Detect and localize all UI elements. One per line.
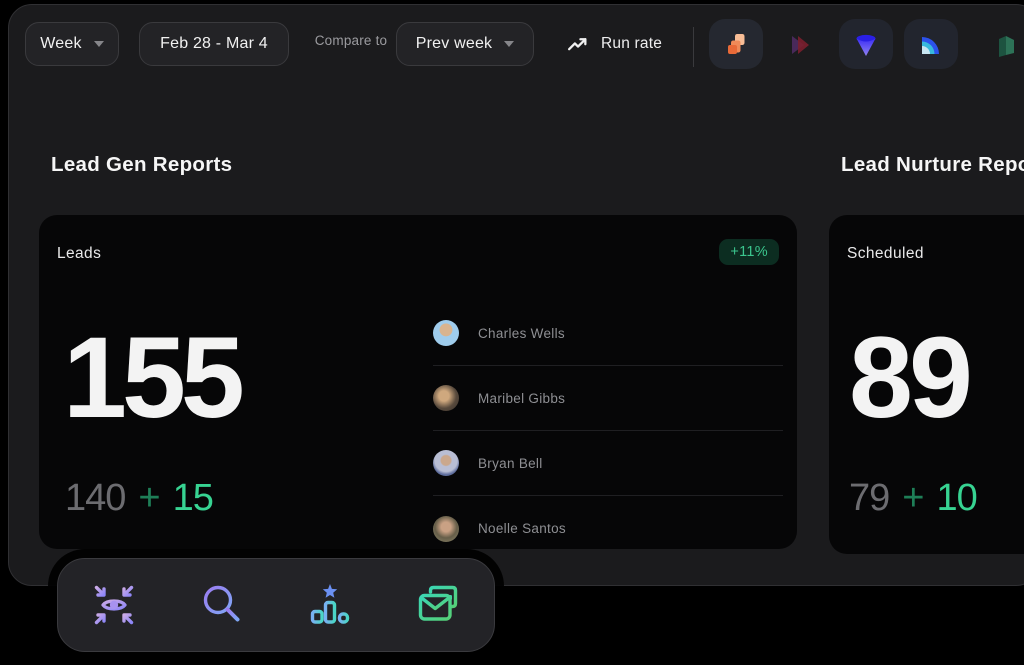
plus-sign: +: [138, 477, 159, 520]
leads-value: 155: [63, 321, 240, 436]
list-item[interactable]: Charles Wells: [433, 301, 783, 366]
scheduled-card: Scheduled 89 79 + 10: [829, 215, 1024, 554]
focus-eye-button[interactable]: [90, 581, 138, 629]
person-name: Maribel Gibbs: [478, 391, 565, 406]
leads-delta-value: 15: [173, 477, 213, 520]
leads-card: Leads +11% 155 140 + 15 Charles Wells Ma…: [39, 215, 797, 549]
avatar: [433, 450, 459, 476]
person-name: Bryan Bell: [478, 456, 543, 471]
quarter-arc-app-icon: [917, 30, 945, 58]
leads-change-badge: +11%: [719, 239, 779, 265]
app-button-cone-funnel[interactable]: [839, 19, 893, 69]
app-button-green-bars[interactable]: [993, 31, 1021, 59]
leads-people-list: Charles Wells Maribel Gibbs Bryan Bell N…: [433, 301, 783, 561]
avatar: [433, 385, 459, 411]
trending-up-icon: [566, 33, 589, 56]
search-analytics-icon: [198, 581, 246, 629]
section-title-lead-gen: Lead Gen Reports: [51, 153, 232, 177]
chevron-down-icon: [94, 41, 104, 47]
dashboard-panel: Week Feb 28 - Mar 4 Compare to Prev week…: [8, 4, 1024, 586]
section-title-lead-nurture: Lead Nurture Reports: [841, 153, 1024, 177]
period-dropdown-label: Week: [40, 35, 81, 53]
scheduled-delta-row: 79 + 10: [849, 477, 977, 520]
date-range-button[interactable]: Feb 28 - Mar 4: [139, 22, 289, 66]
person-name: Charles Wells: [478, 326, 565, 341]
app-button-orange-blocks[interactable]: [709, 19, 763, 69]
compare-to-label: Compare to: [310, 33, 392, 48]
green-bars-app-icon: [993, 31, 1021, 59]
date-range-label: Feb 28 - Mar 4: [160, 35, 268, 53]
mail-campaign-icon: [414, 581, 462, 629]
run-rate-label: Run rate: [601, 35, 662, 53]
app-button-layered-chevrons[interactable]: [787, 32, 813, 58]
compare-dropdown[interactable]: Prev week: [396, 22, 534, 66]
scheduled-delta-value: 10: [936, 477, 976, 520]
list-item[interactable]: Noelle Santos: [433, 496, 783, 561]
search-analytics-button[interactable]: [198, 581, 246, 629]
layered-chevrons-app-icon: [787, 32, 813, 58]
mail-campaign-button[interactable]: [414, 581, 462, 629]
app-button-quarter-arc[interactable]: [904, 19, 958, 69]
plus-sign: +: [902, 477, 923, 520]
leaderboard-icon: [306, 581, 354, 629]
list-item[interactable]: Maribel Gibbs: [433, 366, 783, 431]
leads-previous-value: 140: [65, 477, 125, 520]
scheduled-previous-value: 79: [849, 477, 889, 520]
person-name: Noelle Santos: [478, 521, 566, 536]
dashboard-root: { "toolbar": { "period": "Week", "date_r…: [0, 0, 1024, 665]
period-dropdown[interactable]: Week: [25, 22, 119, 66]
cone-funnel-app-icon: [852, 30, 880, 58]
avatar: [433, 320, 459, 346]
chevron-down-icon: [504, 41, 514, 47]
avatar: [433, 516, 459, 542]
leaderboard-button[interactable]: [306, 581, 354, 629]
compare-dropdown-label: Prev week: [416, 35, 493, 53]
scheduled-card-label: Scheduled: [847, 245, 924, 263]
run-rate-toggle[interactable]: Run rate: [566, 29, 662, 59]
orange-blocks-app-icon: [723, 31, 749, 57]
toolbar-divider: [693, 27, 694, 67]
leads-delta-row: 140 + 15: [65, 477, 213, 520]
leads-card-label: Leads: [57, 245, 101, 263]
scheduled-value: 89: [849, 321, 969, 436]
floating-dock: [57, 558, 495, 652]
list-item[interactable]: Bryan Bell: [433, 431, 783, 496]
focus-eye-icon: [90, 581, 138, 629]
